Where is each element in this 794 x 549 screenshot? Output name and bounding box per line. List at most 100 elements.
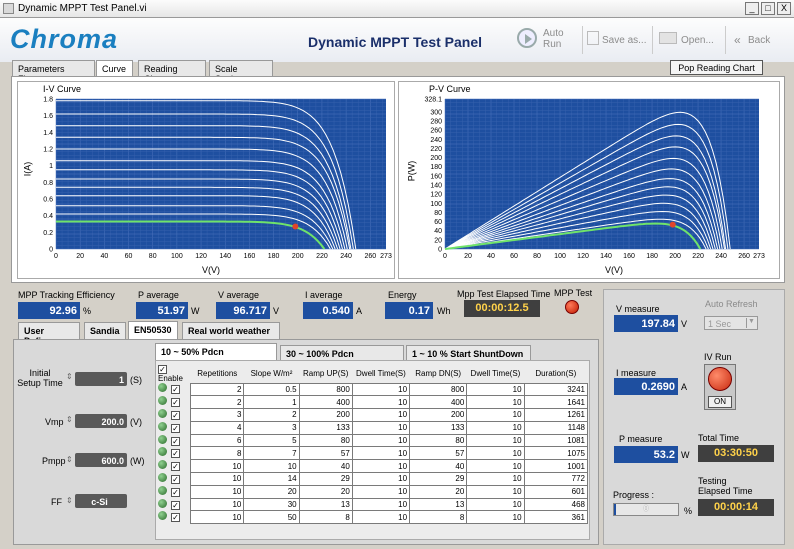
table-cell[interactable]: 10 xyxy=(466,420,525,435)
row-enable-checkbox[interactable]: ✓ xyxy=(171,423,180,433)
table-cell[interactable]: 5 xyxy=(243,433,300,448)
auto-run-button[interactable]: Auto Run xyxy=(517,26,577,54)
table-cell[interactable]: 10 xyxy=(351,497,411,512)
row-enable-checkbox[interactable]: ✓ xyxy=(171,474,180,484)
tab-10-50-pdcn[interactable]: 10 ~ 50% Pdcn xyxy=(155,343,277,360)
tab-real-world-weather[interactable]: Real world weather xyxy=(182,322,280,339)
table-cell[interactable]: 200 xyxy=(409,408,468,422)
table-cell[interactable]: 10 xyxy=(466,382,525,397)
table-cell[interactable]: 10 xyxy=(466,510,525,525)
table-cell[interactable]: 4 xyxy=(190,420,245,435)
table-cell[interactable]: 14 xyxy=(243,472,300,486)
table-cell[interactable]: 10 xyxy=(190,510,245,525)
table-cell[interactable]: 10 xyxy=(351,408,411,422)
table-cell[interactable]: 10 xyxy=(190,484,245,499)
iv-run-button[interactable]: ON xyxy=(704,364,736,410)
tab-en50530[interactable]: EN50530 xyxy=(128,321,178,339)
table-cell[interactable]: 6 xyxy=(190,433,245,448)
table-cell[interactable]: 20 xyxy=(243,484,300,499)
table-cell[interactable]: 10 xyxy=(466,446,525,461)
table-cell[interactable]: 3 xyxy=(190,408,245,422)
tab-reading-chart[interactable]: Reading Chart xyxy=(138,60,206,84)
row-enable-checkbox[interactable]: ✓ xyxy=(171,500,180,510)
table-cell[interactable]: 10 xyxy=(351,433,411,448)
vmp-input[interactable]: 200.0 xyxy=(75,414,127,428)
tab-30-100-pdcn[interactable]: 30 ~ 100% Pdcn xyxy=(280,345,404,360)
table-cell[interactable]: 50 xyxy=(243,510,300,525)
table-cell[interactable]: 10 xyxy=(351,395,411,410)
table-cell[interactable]: 772 xyxy=(523,472,589,486)
maximize-button[interactable]: □ xyxy=(761,2,775,15)
pop-reading-chart-button[interactable]: Pop Reading Chart xyxy=(670,60,763,75)
table-cell[interactable]: 29 xyxy=(298,472,353,486)
table-cell[interactable]: 20 xyxy=(409,484,468,499)
table-cell[interactable]: 200 xyxy=(298,408,353,422)
table-cell[interactable]: 10 xyxy=(466,433,525,448)
table-cell[interactable]: 10 xyxy=(466,408,525,422)
table-cell[interactable]: 468 xyxy=(523,497,589,512)
row-enable-checkbox[interactable]: ✓ xyxy=(171,410,180,420)
enable-all-checkbox[interactable]: ✓ xyxy=(158,365,167,374)
table-cell[interactable]: 40 xyxy=(298,459,353,474)
table-cell[interactable]: 8 xyxy=(409,510,468,525)
table-cell[interactable]: 800 xyxy=(298,382,353,397)
spinner-icon[interactable]: ⇕ xyxy=(66,372,73,381)
table-cell[interactable]: 10 xyxy=(351,459,411,474)
table-cell[interactable]: 8 xyxy=(298,510,353,525)
table-cell[interactable]: 10 xyxy=(466,459,525,474)
table-cell[interactable]: 133 xyxy=(409,420,468,435)
table-cell[interactable]: 400 xyxy=(298,395,353,410)
pmpp-input[interactable]: 600.0 xyxy=(75,453,127,467)
table-cell[interactable]: 800 xyxy=(409,382,468,397)
row-enable-checkbox[interactable]: ✓ xyxy=(171,436,180,446)
table-cell[interactable]: 40 xyxy=(409,459,468,474)
table-cell[interactable]: 10 xyxy=(243,459,300,474)
table-cell[interactable]: 7 xyxy=(243,446,300,461)
table-cell[interactable]: 29 xyxy=(409,472,468,486)
table-cell[interactable]: 3241 xyxy=(523,382,589,397)
table-cell[interactable]: 361 xyxy=(523,510,589,525)
spinner-icon[interactable]: ⇕ xyxy=(66,496,73,505)
row-enable-checkbox[interactable]: ✓ xyxy=(171,449,180,459)
table-cell[interactable]: 400 xyxy=(409,395,468,410)
table-cell[interactable]: 80 xyxy=(298,433,353,448)
table-cell[interactable]: 10 xyxy=(351,420,411,435)
table-cell[interactable]: 2 xyxy=(243,408,300,422)
table-cell[interactable]: 10 xyxy=(466,497,525,512)
table-cell[interactable]: 1148 xyxy=(523,420,589,435)
table-cell[interactable]: 10 xyxy=(466,395,525,410)
auto-refresh-select[interactable]: 1 Sec ▼ xyxy=(704,316,758,330)
table-cell[interactable]: 1075 xyxy=(523,446,589,461)
table-cell[interactable]: 0.5 xyxy=(243,382,300,397)
table-cell[interactable]: 10 xyxy=(190,472,245,486)
row-enable-checkbox[interactable]: ✓ xyxy=(171,487,180,497)
tab-1-10-start-shutdown[interactable]: 1 ~ 10 % Start ShuntDown xyxy=(406,345,531,360)
row-enable-checkbox[interactable]: ✓ xyxy=(171,398,180,408)
table-cell[interactable]: 10 xyxy=(351,472,411,486)
row-enable-checkbox[interactable]: ✓ xyxy=(171,385,180,395)
row-enable-checkbox[interactable]: ✓ xyxy=(171,513,180,523)
tab-scale-setting[interactable]: Scale Setting xyxy=(209,60,273,84)
table-cell[interactable]: 8 xyxy=(190,446,245,461)
spinner-icon[interactable]: ⇕ xyxy=(66,415,73,424)
table-cell[interactable]: 80 xyxy=(409,433,468,448)
table-cell[interactable]: 10 xyxy=(351,510,411,525)
table-cell[interactable]: 133 xyxy=(298,420,353,435)
table-cell[interactable]: 13 xyxy=(409,497,468,512)
table-cell[interactable]: 3 xyxy=(243,420,300,435)
table-cell[interactable]: 13 xyxy=(298,497,353,512)
table-cell[interactable]: 1641 xyxy=(523,395,589,410)
table-cell[interactable]: 1001 xyxy=(523,459,589,474)
save-as-button[interactable]: Save as... xyxy=(582,26,648,54)
table-cell[interactable]: 2 xyxy=(190,395,245,410)
table-cell[interactable]: 10 xyxy=(190,459,245,474)
table-cell[interactable]: 2 xyxy=(190,382,245,397)
tab-parameters-figure[interactable]: Parameters Figure xyxy=(12,60,95,84)
minimize-button[interactable]: _ xyxy=(745,2,759,15)
table-cell[interactable]: 10 xyxy=(466,472,525,486)
tab-sandia[interactable]: Sandia xyxy=(84,322,126,339)
row-enable-checkbox[interactable]: ✓ xyxy=(171,462,180,472)
table-cell[interactable]: 57 xyxy=(298,446,353,461)
table-cell[interactable]: 10 xyxy=(351,484,411,499)
ff-select[interactable]: c-Si xyxy=(75,494,127,508)
